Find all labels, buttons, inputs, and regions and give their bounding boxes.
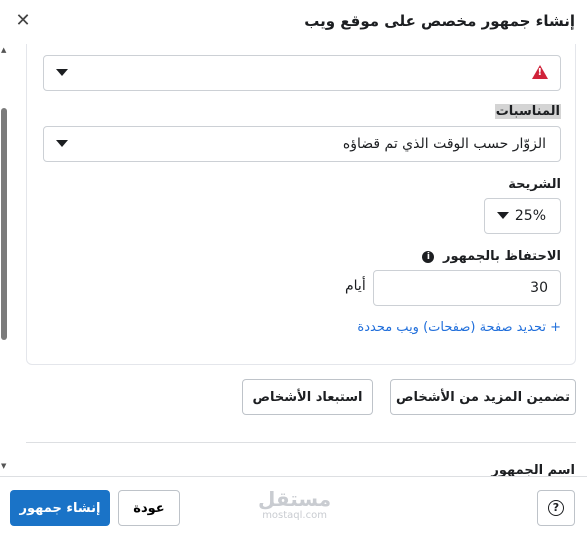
divider <box>26 442 576 443</box>
occasions-value: الزوّار حسب الوقت الذي تم قضاؤه <box>342 136 546 152</box>
back-button[interactable]: عودة <box>118 490 180 526</box>
refine-webpages-link[interactable]: + تحديد صفحة (صفحات) ويب محددة <box>357 320 561 335</box>
dialog-body[interactable]: ▲ ▼ ! المناسبات الزوّار حسب الوقت الذي ت… <box>0 44 587 476</box>
retention-unit: أيام <box>345 278 366 294</box>
dialog-title: إنشاء جمهور مخصص على موقع ويب <box>304 12 575 30</box>
audience-name-label: اسم الجمهور <box>491 463 575 476</box>
help-icon: ? <box>548 500 564 516</box>
retention-label-row: الاحتفاظ بالجمهور i <box>422 249 561 264</box>
scroll-down-icon[interactable]: ▼ <box>1 462 6 470</box>
chevron-down-icon <box>497 212 509 219</box>
close-icon[interactable]: ✕ <box>12 11 34 33</box>
dialog-footer: ? مستقل mostaql.com عودة إنشاء جمهور <box>0 476 587 541</box>
watermark-latin: mostaql.com <box>262 510 327 521</box>
create-audience-button[interactable]: إنشاء جمهور <box>10 490 110 526</box>
chevron-down-icon <box>56 69 68 76</box>
help-button[interactable]: ? <box>537 490 575 526</box>
warning-mark: ! <box>537 67 542 78</box>
watermark-arabic: مستقل <box>258 487 332 511</box>
info-icon[interactable]: i <box>422 250 435 263</box>
occasions-select[interactable]: الزوّار حسب الوقت الذي تم قضاؤه <box>43 126 561 162</box>
top-select[interactable]: ! <box>43 55 561 91</box>
include-more-button[interactable]: تضمين المزيد من الأشخاص <box>390 379 576 415</box>
scrollbar[interactable]: ▲ ▼ <box>0 44 9 476</box>
dialog-header: إنشاء جمهور مخصص على موقع ويب ✕ <box>0 0 587 44</box>
scrollbar-thumb[interactable] <box>1 108 7 340</box>
segment-value: 25% <box>514 208 546 224</box>
chevron-down-icon <box>56 140 68 147</box>
retention-days-input[interactable] <box>373 270 561 306</box>
exclude-button[interactable]: استبعاد الأشخاص <box>242 379 373 415</box>
rule-card: ! المناسبات الزوّار حسب الوقت الذي تم قض… <box>26 44 576 365</box>
segment-label: الشريحة <box>508 177 561 192</box>
watermark: مستقل mostaql.com <box>258 489 331 521</box>
occasions-label: المناسبات <box>494 104 561 119</box>
segment-select[interactable]: 25% <box>484 198 561 234</box>
scroll-up-icon[interactable]: ▲ <box>1 46 6 54</box>
retention-label: الاحتفاظ بالجمهور <box>442 249 561 264</box>
